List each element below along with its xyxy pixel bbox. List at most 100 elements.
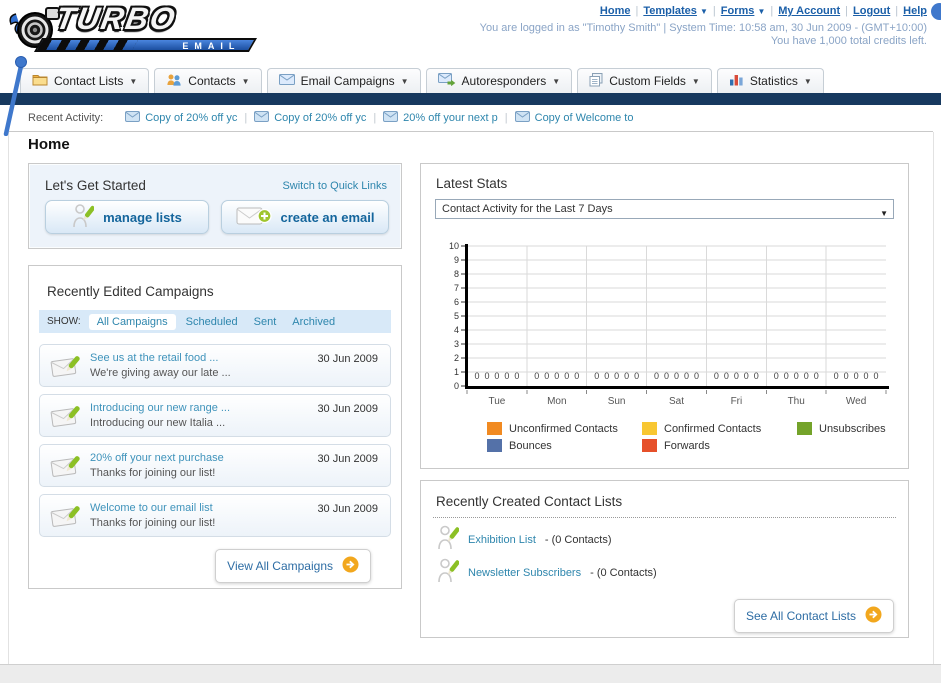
logo-hatch xyxy=(37,40,138,50)
svg-text:0: 0 xyxy=(774,371,779,381)
nav-link-logout[interactable]: Logout xyxy=(853,5,890,17)
svg-text:0: 0 xyxy=(784,371,789,381)
person-pencil-small-icon xyxy=(437,557,460,589)
svg-text:0: 0 xyxy=(544,371,549,381)
campaign-list: See us at the retail food ... We're givin… xyxy=(39,344,391,537)
tab-label: Contact Lists xyxy=(54,74,124,88)
tab-contacts[interactable]: Contacts ▼ xyxy=(154,68,262,93)
nav-link-home[interactable]: Home xyxy=(600,5,631,17)
svg-text:0: 0 xyxy=(804,371,809,381)
filter-scheduled[interactable]: Scheduled xyxy=(186,316,238,328)
campaign-title-link[interactable]: See us at the retail food ... xyxy=(90,352,218,364)
divider: | xyxy=(504,112,508,124)
svg-text:0: 0 xyxy=(734,371,739,381)
create-email-label: create an email xyxy=(280,209,375,225)
divider: | xyxy=(635,5,639,17)
campaigns-panel: Recently Edited Campaigns SHOW: All Camp… xyxy=(28,265,402,589)
svg-text:10: 10 xyxy=(449,241,459,251)
campaign-subtitle: We're giving away our late ... xyxy=(90,367,231,379)
tab-autoresponders[interactable]: Autoresponders ▼ xyxy=(425,68,573,93)
svg-text:0: 0 xyxy=(814,371,819,381)
arrow-circle-icon xyxy=(865,606,882,626)
svg-text:0: 0 xyxy=(624,371,629,381)
legend-label: Bounces xyxy=(509,439,552,452)
svg-text:0: 0 xyxy=(634,371,639,381)
svg-text:Mon: Mon xyxy=(547,396,566,407)
svg-text:0: 0 xyxy=(484,371,489,381)
small-envelope-icon xyxy=(383,111,399,125)
legend-item-confirmed-contacts: Confirmed Contacts xyxy=(642,422,797,435)
contact-lists-title: Recently Created Contact Lists xyxy=(436,494,623,509)
tab-contact-lists[interactable]: Contact Lists ▼ xyxy=(20,68,150,93)
get-started-panel: Let's Get Started Switch to Quick Links … xyxy=(28,163,402,249)
contacts-icon xyxy=(166,73,182,89)
svg-text:0: 0 xyxy=(614,371,619,381)
legend-item-unsubscribes: Unsubscribes xyxy=(797,422,941,435)
campaign-row[interactable]: 20% off your next purchase Thanks for joi… xyxy=(39,444,391,487)
campaign-title-link[interactable]: Welcome to our email list xyxy=(90,502,213,514)
tab-statistics[interactable]: Statistics ▼ xyxy=(716,68,824,93)
filter-all-campaigns[interactable]: All Campaigns xyxy=(88,313,176,330)
filter-archived[interactable]: Archived xyxy=(292,316,335,328)
chevron-down-icon: ▼ xyxy=(880,209,888,218)
manage-lists-button[interactable]: manage lists xyxy=(45,200,209,234)
contact-list-link[interactable]: Exhibition List xyxy=(468,534,536,546)
svg-text:0: 0 xyxy=(694,371,699,381)
campaign-title-link[interactable]: 20% off your next purchase xyxy=(90,452,224,464)
divider: | xyxy=(845,5,849,17)
contact-list-count: - (0 Contacts) xyxy=(590,566,657,579)
svg-text:0: 0 xyxy=(834,371,839,381)
tab-label: Statistics xyxy=(749,74,798,88)
contact-activity-chart: 0 1 2 3 4 5 6 7 8 9 10 0 0 0 0 0 Tue 0 0 0 0 0 Mon 0 0 0 0 0 Sun 0 0 0 0… xyxy=(437,238,894,419)
nav-link-forms[interactable]: Forms xyxy=(721,5,755,17)
svg-text:0: 0 xyxy=(514,371,519,381)
svg-text:7: 7 xyxy=(454,283,459,293)
legend-swatch xyxy=(797,422,812,435)
recent-activity-link: Copy of 20% off yc xyxy=(274,112,367,124)
envelope-pencil-icon xyxy=(50,503,82,536)
svg-text:6: 6 xyxy=(454,297,459,307)
contact-list-row[interactable]: Exhibition List - (0 Contacts) xyxy=(437,523,657,556)
tab-label: Autoresponders xyxy=(461,74,547,88)
tab-label: Contacts xyxy=(188,74,236,88)
svg-text:0: 0 xyxy=(664,371,669,381)
campaign-title-link[interactable]: Introducing our new range ... xyxy=(90,402,230,414)
contact-list-link[interactable]: Newsletter Subscribers xyxy=(468,567,581,579)
pages-icon xyxy=(589,72,603,90)
tab-email-campaigns[interactable]: Email Campaigns ▼ xyxy=(266,68,421,93)
contact-list-row[interactable]: Newsletter Subscribers - (0 Contacts) xyxy=(437,556,657,589)
campaign-subtitle: Thanks for joining our list! xyxy=(90,467,216,479)
nav-link-help[interactable]: Help xyxy=(903,5,927,17)
recent-activity-item[interactable]: Copy of Welcome to xyxy=(514,111,633,125)
svg-text:0: 0 xyxy=(654,371,659,381)
svg-text:Sun: Sun xyxy=(608,396,626,407)
legend-item-unconfirmed-contacts: Unconfirmed Contacts xyxy=(487,422,642,435)
chevron-down-icon: ▼ xyxy=(757,7,766,16)
campaign-row[interactable]: See us at the retail food ... We're givin… xyxy=(39,344,391,387)
nav-link-my-account[interactable]: My Account xyxy=(778,5,840,17)
envelope-icon xyxy=(278,74,295,88)
tab-custom-fields[interactable]: Custom Fields ▼ xyxy=(577,68,712,93)
svg-text:0: 0 xyxy=(474,371,479,381)
filter-sent[interactable]: Sent xyxy=(254,316,277,328)
latest-stats-panel: Latest Stats Contact Activity for the La… xyxy=(420,163,909,469)
svg-text:0: 0 xyxy=(574,371,579,381)
create-email-button[interactable]: create an email xyxy=(221,200,389,234)
view-all-campaigns-button[interactable]: View All Campaigns xyxy=(215,549,371,583)
campaign-row[interactable]: Introducing our new range ... Introducing… xyxy=(39,394,391,437)
legend-label: Unsubscribes xyxy=(819,422,886,435)
campaign-row[interactable]: Welcome to our email list Thanks for join… xyxy=(39,494,391,537)
campaign-subtitle: Thanks for joining our list! xyxy=(90,517,216,529)
stats-period-select[interactable]: Contact Activity for the Last 7 Days ▼ xyxy=(435,199,894,219)
switch-quick-links-link[interactable]: Switch to Quick Links xyxy=(282,180,387,192)
svg-text:0: 0 xyxy=(873,371,878,381)
recent-activity-item[interactable]: Copy of 20% off yc xyxy=(254,111,366,125)
svg-text:8: 8 xyxy=(454,269,459,279)
recent-activity-item[interactable]: Copy of 20% off yc xyxy=(125,111,237,125)
divider: | xyxy=(770,5,774,17)
svg-text:0: 0 xyxy=(674,371,679,381)
see-all-contact-lists-button[interactable]: See All Contact Lists xyxy=(733,599,894,633)
nav-link-templates[interactable]: Templates xyxy=(643,5,697,17)
legend-label: Forwards xyxy=(664,439,710,452)
recent-activity-item[interactable]: 20% off your next p xyxy=(383,111,498,125)
